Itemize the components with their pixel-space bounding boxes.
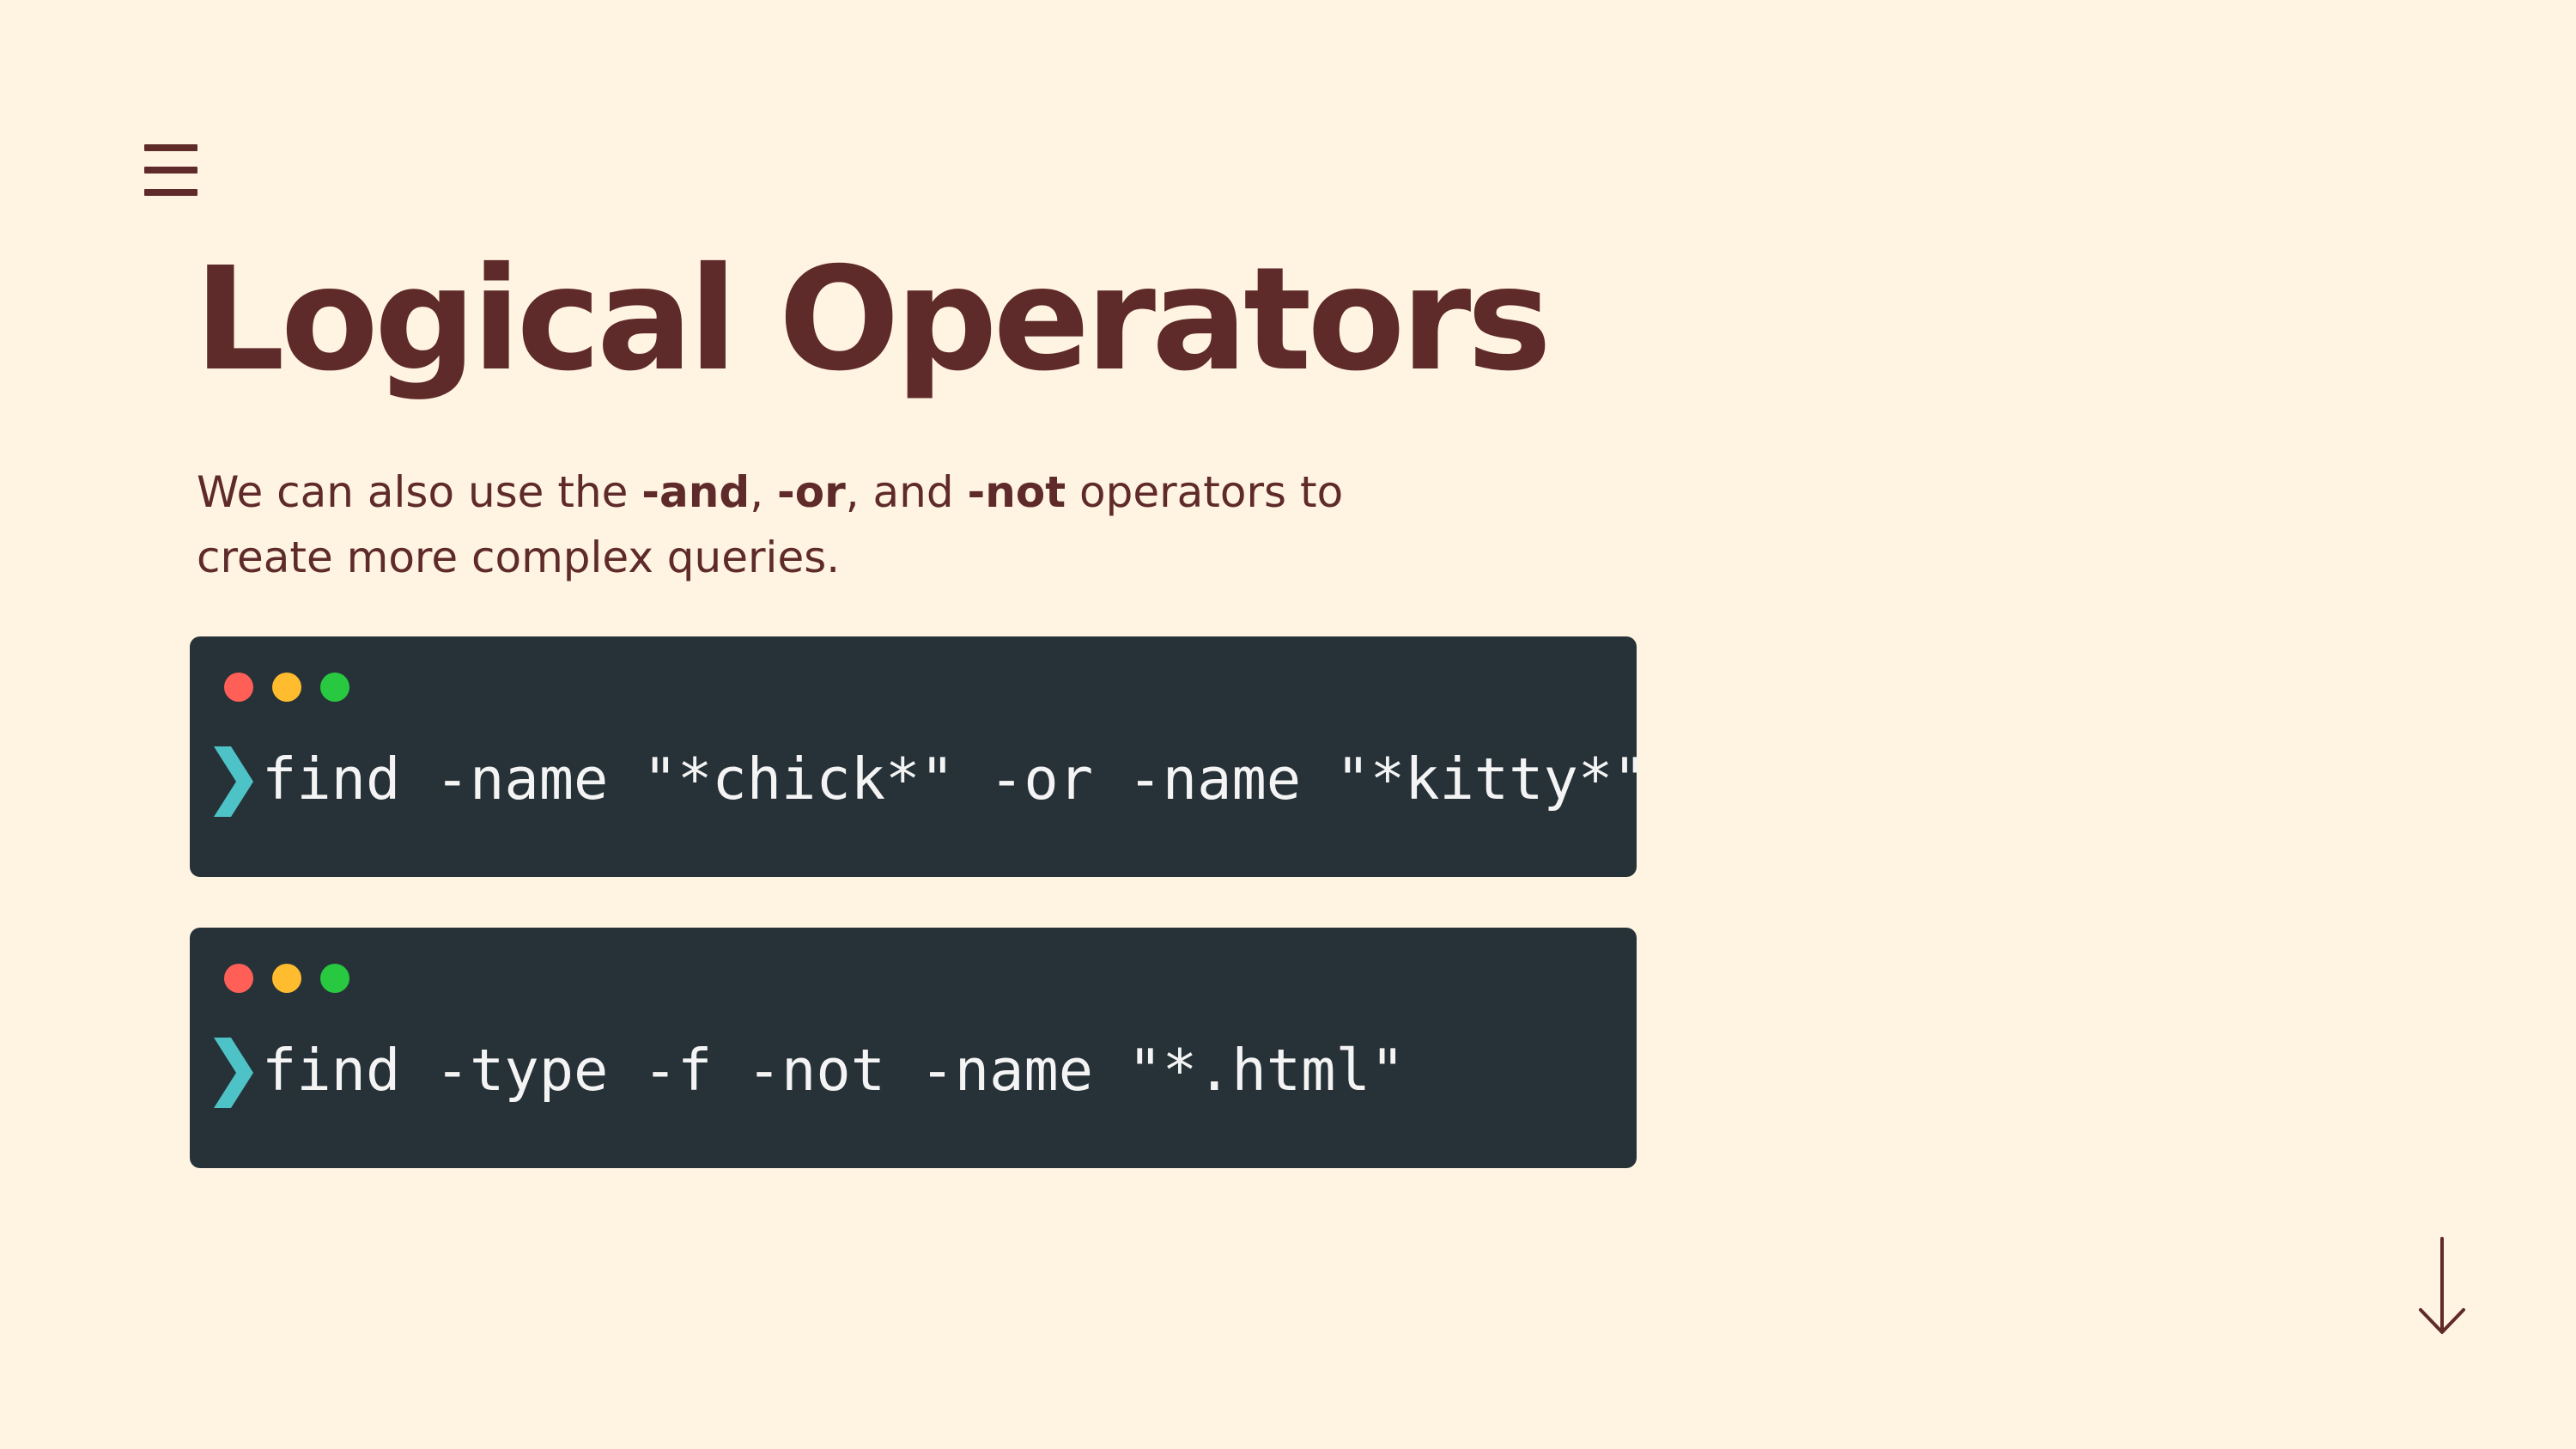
description-text: We can also use the: [197, 467, 642, 517]
terminal-command: find -name "*chick*" -or -name "*kitty*": [262, 746, 1648, 813]
minimize-dot-icon: [272, 673, 301, 702]
operator-or: -or: [776, 467, 846, 517]
maximize-dot-icon: [320, 964, 349, 993]
terminal-command: find -type -f -not -name "*.html": [262, 1037, 1406, 1104]
hamburger-menu-icon[interactable]: [144, 144, 197, 196]
description-text: ,: [750, 467, 777, 517]
terminal-window: find -name "*chick*" -or -name "*kitty*": [190, 636, 1648, 877]
maximize-dot-icon: [320, 673, 349, 702]
chevron-right-icon: [214, 746, 253, 817]
slide-title: Logical Operators: [194, 237, 1552, 403]
arrow-down-icon[interactable]: [2417, 1237, 2467, 1336]
close-dot-icon: [224, 964, 253, 993]
operator-not: -not: [967, 467, 1066, 517]
terminal-window: find -type -f -not -name "*.html": [190, 928, 1637, 1168]
slide-description: We can also use the -and, -or, and -not …: [197, 460, 1399, 590]
minimize-dot-icon: [272, 964, 301, 993]
chevron-right-icon: [214, 1038, 253, 1108]
close-dot-icon: [224, 673, 253, 702]
operator-and: -and: [641, 467, 750, 517]
description-text: , and: [845, 467, 968, 517]
